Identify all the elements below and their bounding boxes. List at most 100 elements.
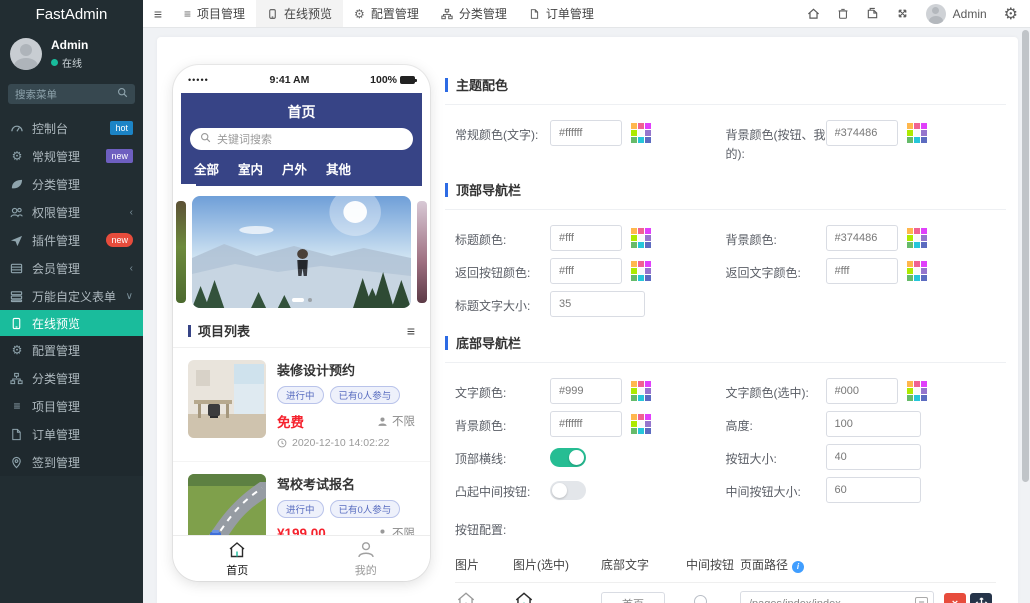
sidebar-item-plugins[interactable]: 插件管理 new [0,226,143,254]
carousel-next-slide[interactable] [417,201,427,303]
sidebar-item-custom-forms[interactable]: 万能自定义表单 ∨ [0,282,143,310]
trash-icon[interactable] [837,7,849,20]
fullscreen-icon[interactable] [896,7,909,20]
color-picker-icon[interactable] [631,228,651,248]
color-picker-icon[interactable] [631,414,651,434]
top-line-toggle[interactable] [550,448,586,467]
scrollbar-thumb[interactable] [1022,30,1029,482]
participants-badge: 已有0人参与 [330,500,401,518]
middle-button-radio[interactable] [694,595,707,603]
move-row-button[interactable] [970,593,992,603]
color-picker-icon[interactable] [631,123,651,143]
page-path-input[interactable] [740,591,934,603]
sidebar-item-checkin[interactable]: 签到管理 [0,448,143,476]
bottom-text-input[interactable] [601,592,665,603]
color-picker-icon[interactable] [907,228,927,248]
color-picker-icon[interactable] [631,261,651,281]
back-text-color-input[interactable] [826,258,898,284]
phone-tab-all[interactable]: 全部 [194,159,219,178]
settings-cogs-icon[interactable]: ⚙ [1004,4,1018,24]
tab-projects[interactable]: ≡ 项目管理 [173,0,256,27]
new-badge: new [106,233,133,247]
page-select-icon[interactable]: ≣ [915,597,928,603]
sidebar-item-members[interactable]: 会员管理 ‹ [0,254,143,282]
color-picker-icon[interactable] [907,123,927,143]
list-menu-icon[interactable]: ≡ [407,323,415,339]
pages-icon[interactable] [866,7,879,20]
project-item[interactable]: 装修设计预约 进行中 已有0人参与 免费 不限 2020-12-10 14:02… [173,348,430,462]
color-picker-icon[interactable] [907,381,927,401]
bg-color-input[interactable] [826,120,898,146]
home-icon [227,540,247,560]
phone-tab-other[interactable]: 其他 [326,159,351,178]
gauge-icon [10,122,24,135]
project-title: 驾校考试报名 [277,474,415,493]
sidebar-item-online-preview[interactable]: 在线预览 [0,310,143,336]
section-buttons-config: 按钮配置: 图片 图片(选中) 底部文字 中间按钮 页面路径i [445,519,1006,603]
list-icon: ≡ [10,400,24,412]
tab-category[interactable]: 分类管理 [430,0,518,27]
user-name: Admin [51,38,88,52]
phone-tab-indoor[interactable]: 室内 [238,159,263,178]
section-accent-bar [445,336,448,350]
button-size-input[interactable] [826,444,921,470]
signal-dots-icon: ••••• [188,75,209,85]
color-picker-icon[interactable] [907,261,927,281]
sidebar-search-placeholder: 搜索菜单 [15,87,111,102]
title-color-input[interactable] [550,225,622,251]
section-title: 主题配色 [456,75,508,94]
phone-carousel[interactable] [173,196,430,308]
info-icon[interactable]: i [792,561,804,573]
sidebar-item-config[interactable]: ⚙ 配置管理 [0,336,143,364]
back-btn-color-input[interactable] [550,258,622,284]
list-icon: ≡ [184,7,191,21]
field-label: 顶部横线: [455,443,550,469]
tab-text-color-input[interactable] [550,378,622,404]
raised-center-toggle[interactable] [550,481,586,500]
tab-text-active-color-input[interactable] [826,378,898,404]
sidebar-search-input[interactable]: 搜索菜单 [8,84,135,104]
topnav-tabs: ≡ 项目管理 在线预览 ⚙ 配置管理 分类管理 订单管理 [173,0,605,27]
sidebar-item-category2[interactable]: 分类管理 [0,364,143,392]
sidebar-item-label: 分类管理 [32,370,80,387]
search-icon [117,85,128,103]
image-cell[interactable] [455,590,513,603]
navbar-bg-color-input[interactable] [826,225,898,251]
sidebar-item-projects[interactable]: ≡ 项目管理 [0,392,143,420]
sidebar-item-general[interactable]: ⚙ 常规管理 new [0,142,143,170]
project-quota: 不限 [392,413,415,429]
carousel-slide-image[interactable] [192,196,411,308]
tab-config[interactable]: ⚙ 配置管理 [343,0,430,27]
text-color-input[interactable] [550,120,622,146]
phone-tab-outdoor[interactable]: 户外 [282,159,307,178]
tabbar-height-input[interactable] [826,411,921,437]
image-selected-cell[interactable] [513,590,601,603]
sidebar-item-dashboard[interactable]: 控制台 hot [0,114,143,142]
title-size-input[interactable] [550,291,645,317]
sidebar-item-orders[interactable]: 订单管理 [0,420,143,448]
color-picker-icon[interactable] [631,381,651,401]
field-label: 文字颜色(选中): [726,377,826,403]
delete-row-button[interactable]: × [944,593,966,603]
sidebar-item-permissions[interactable]: 权限管理 ‹ [0,198,143,226]
user-status: 在线 [62,55,82,70]
field-label: 返回文字颜色: [726,257,826,283]
scrollbar[interactable] [1022,30,1029,601]
phone-search-input[interactable]: 关键词搜索 [190,128,413,150]
phone-preview: ••••• 9:41 AM 100% 首页 关键词搜索 全部 室内 户外 其他 [173,65,430,581]
sidebar-item-category[interactable]: 分类管理 [0,170,143,198]
carousel-prev-slide[interactable] [176,201,186,303]
field-label: 标题文字大小: [455,290,550,316]
center-button-size-input[interactable] [826,477,921,503]
tabbar-home[interactable]: 首页 [173,536,302,581]
field-label: 背景颜色(按钮、我的): [726,119,826,164]
tabbar-mine[interactable]: 我的 [302,536,431,581]
home-icon[interactable] [807,7,820,20]
tab-online-preview[interactable]: 在线预览 [256,0,343,27]
tabbar-bg-color-input[interactable] [550,411,622,437]
tab-orders[interactable]: 订单管理 [518,0,605,27]
avatar [10,38,42,70]
sidebar-toggle-icon[interactable]: ≡ [143,0,173,27]
user-menu[interactable]: Admin [926,4,987,24]
field-label: 返回按钮颜色: [455,257,550,283]
